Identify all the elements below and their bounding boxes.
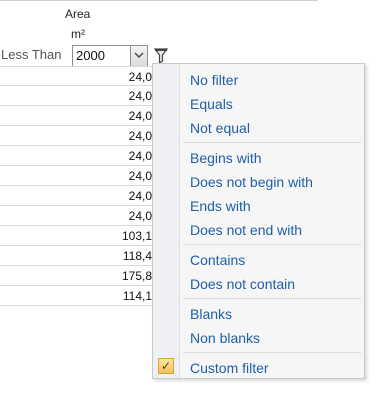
filter-operator-menu: No filter Equals Not equal Begins with D… — [152, 63, 365, 379]
column-unit: m² — [71, 27, 85, 41]
menu-item-no-filter[interactable]: No filter — [190, 72, 238, 88]
menu-item-custom-filter[interactable]: Custom filter — [190, 360, 269, 376]
dropdown-button[interactable] — [130, 46, 147, 66]
area-cell[interactable]: 24,0 — [129, 109, 152, 123]
table-row[interactable]: 118,4 — [0, 246, 152, 266]
menu-item-begins-with[interactable]: Begins with — [190, 150, 262, 166]
filter-value[interactable]: 2000 — [76, 48, 105, 63]
table-row[interactable]: 24,0 — [0, 206, 152, 226]
area-cell[interactable]: 24,0 — [129, 149, 152, 163]
menu-item-contains[interactable]: Contains — [190, 252, 245, 268]
menu-item-non-blanks[interactable]: Non blanks — [190, 330, 260, 346]
funnel-icon[interactable] — [154, 48, 168, 64]
area-cell[interactable]: 24,0 — [129, 169, 152, 183]
table-row[interactable]: 103,1 — [0, 226, 152, 246]
table-row[interactable]: 114,1 — [0, 286, 152, 306]
area-cell[interactable]: 118,4 — [123, 249, 152, 263]
check-icon: ✓ — [158, 358, 174, 374]
area-cell[interactable]: 103,1 — [122, 229, 152, 243]
data-grid: 24,0 24,0 24,0 24,0 24,0 24,0 24,0 24,0 … — [0, 66, 152, 306]
table-row[interactable]: 24,0 — [0, 86, 152, 106]
menu-separator — [183, 298, 361, 299]
menu-icon-gutter — [153, 64, 180, 378]
menu-item-ends-with[interactable]: Ends with — [190, 198, 251, 214]
menu-item-does-not-contain[interactable]: Does not contain — [190, 276, 295, 292]
area-cell[interactable]: 175,8 — [122, 269, 152, 283]
menu-separator — [183, 244, 361, 245]
table-row[interactable]: 24,0 — [0, 126, 152, 146]
menu-item-does-not-end-with[interactable]: Does not end with — [190, 222, 302, 238]
table-row[interactable]: 24,0 — [0, 146, 152, 166]
menu-separator — [183, 352, 361, 353]
area-cell[interactable]: 24,0 — [129, 129, 152, 143]
menu-item-does-not-begin-with[interactable]: Does not begin with — [190, 174, 313, 190]
area-cell[interactable]: 114,1 — [123, 289, 152, 303]
area-cell[interactable]: 24,0 — [129, 89, 152, 103]
filter-value-combo[interactable]: 2000 — [72, 45, 148, 67]
chevron-down-icon — [134, 52, 144, 58]
table-row[interactable]: 24,0 — [0, 106, 152, 126]
area-cell[interactable]: 24,0 — [129, 70, 152, 84]
menu-separator — [183, 142, 361, 143]
menu-item-equals[interactable]: Equals — [190, 96, 233, 112]
table-row[interactable]: 24,0 — [0, 66, 152, 86]
table-row[interactable]: 24,0 — [0, 186, 152, 206]
grid-top-border — [0, 0, 318, 1]
area-cell[interactable]: 24,0 — [129, 209, 152, 223]
column-title: Area — [65, 7, 91, 21]
filter-operator-label[interactable]: Less Than — [1, 47, 61, 62]
table-row[interactable]: 175,8 — [0, 266, 152, 286]
menu-item-blanks[interactable]: Blanks — [190, 306, 232, 322]
table-row[interactable]: 24,0 — [0, 166, 152, 186]
menu-item-not-equal[interactable]: Not equal — [190, 120, 250, 136]
column-header-area[interactable]: Area m² — [65, 4, 105, 44]
area-cell[interactable]: 24,0 — [129, 189, 152, 203]
